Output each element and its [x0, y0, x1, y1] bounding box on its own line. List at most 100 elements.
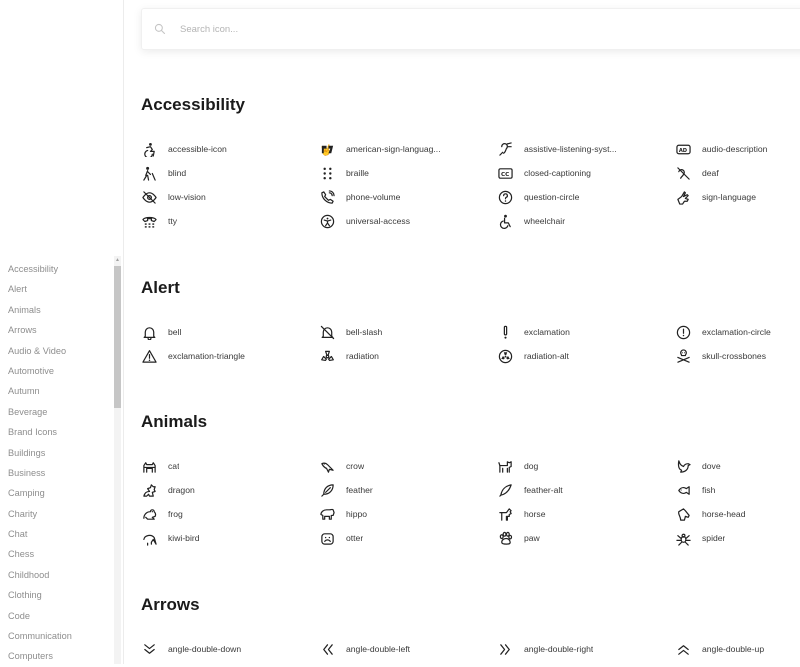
icon-label: blind — [168, 168, 187, 178]
icon-label: radiation — [346, 351, 379, 361]
scroll-up-arrow-icon[interactable]: ▲ — [114, 257, 121, 263]
sidebar-item-brand-icons[interactable]: Brand Icons — [8, 422, 112, 442]
icon-tile-frog[interactable]: frog — [141, 502, 319, 526]
sidebar-item-camping[interactable]: Camping — [8, 483, 112, 503]
hippo-icon — [319, 506, 335, 522]
blind-icon — [141, 165, 157, 181]
icon-tile-sign-language[interactable]: sign-language — [675, 185, 800, 209]
radiation-icon — [319, 348, 335, 364]
icon-tile-kiwi-bird[interactable]: kiwi-bird — [141, 526, 319, 550]
audio-description-icon: AD — [675, 141, 691, 157]
icon-label: dragon — [168, 485, 195, 495]
icon-label: audio-description — [702, 144, 768, 154]
icon-label: angle-double-left — [346, 644, 411, 654]
accessible-icon — [141, 141, 157, 157]
feather-alt-icon — [497, 482, 513, 498]
sidebar-item-charity[interactable]: Charity — [8, 504, 112, 524]
sidebar-item-childhood[interactable]: Childhood — [8, 565, 112, 585]
category-list: Accessibility Alert Animals Arrows Audio & V… — [8, 259, 112, 667]
angle-double-left-icon — [319, 641, 335, 657]
feather-icon — [319, 482, 335, 498]
icon-tile-horse[interactable]: horse — [497, 502, 675, 526]
svg-text:AD: AD — [678, 147, 686, 153]
icon-label: low-vision — [168, 192, 206, 202]
icon-label: dove — [702, 461, 721, 471]
frog-icon — [141, 506, 157, 522]
wheelchair-icon — [497, 213, 513, 229]
sidebar-item-code[interactable]: Code — [8, 606, 112, 626]
icon-tile-tty[interactable]: tty — [141, 209, 319, 233]
search-input[interactable] — [180, 23, 680, 35]
icon-tile-bell-slash[interactable]: bell-slash — [319, 320, 497, 344]
icon-tile-hippo[interactable]: hippo — [319, 502, 497, 526]
icon-tile-exclamation-triangle[interactable]: exclamation-triangle — [141, 344, 319, 368]
icon-tile-exclamation-circle[interactable]: exclamation-circle — [675, 320, 800, 344]
icon-tile-fish[interactable]: fish — [675, 478, 800, 502]
icon-tile-dragon[interactable]: dragon — [141, 478, 319, 502]
sidebar-item-accessibility[interactable]: Accessibility — [8, 259, 112, 279]
icon-tile-wheelchair[interactable]: wheelchair — [497, 209, 675, 233]
icon-tile-angle-double-right[interactable]: angle-double-right — [497, 637, 675, 661]
section-arrows: Arrows angle-double-down angle-double-lef… — [141, 594, 800, 655]
icon-tile-deaf[interactable]: deaf — [675, 161, 800, 185]
icon-tile-cat[interactable]: cat — [141, 454, 319, 478]
icon-tile-braille[interactable]: braille — [319, 161, 497, 185]
sidebar-item-audio-video[interactable]: Audio & Video — [8, 341, 112, 361]
sidebar-item-chat[interactable]: Chat — [8, 524, 112, 544]
icon-label: angle-double-right — [524, 644, 594, 654]
icon-tile-low-vision[interactable]: low-vision — [141, 185, 319, 209]
icon-tile-radiation[interactable]: radiation — [319, 344, 497, 368]
sidebar-item-business[interactable]: Business — [8, 463, 112, 483]
scrollbar-thumb[interactable] — [114, 266, 121, 408]
search-icon — [154, 22, 168, 36]
icon-tile-angle-double-left[interactable]: angle-double-left — [319, 637, 497, 661]
icon-tile-question-circle[interactable]: question-circle — [497, 185, 675, 209]
icon-tile-otter[interactable]: otter — [319, 526, 497, 550]
sidebar-item-arrows[interactable]: Arrows — [8, 320, 112, 340]
icon-label: dog — [524, 461, 539, 471]
sidebar-item-clothing[interactable]: Clothing — [8, 585, 112, 605]
icon-label: universal-access — [346, 216, 410, 226]
sidebar-item-animals[interactable]: Animals — [8, 300, 112, 320]
sidebar-item-automotive[interactable]: Automotive — [8, 361, 112, 381]
icon-tile-angle-double-down[interactable]: angle-double-down — [141, 637, 319, 661]
angle-double-down-icon — [141, 641, 157, 657]
icon-tile-spider[interactable]: spider — [675, 526, 800, 550]
sidebar-item-autumn[interactable]: Autumn — [8, 381, 112, 401]
icon-tile-audio-description[interactable]: AD audio-description — [675, 137, 800, 161]
icon-label: angle-double-up — [702, 644, 765, 654]
icon-tile-phone-volume[interactable]: phone-volume — [319, 185, 497, 209]
icon-tile-paw[interactable]: paw — [497, 526, 675, 550]
icon-tile-assistive-listening-syst[interactable]: assistive-listening-syst... — [497, 137, 675, 161]
icon-label: skull-crossbones — [702, 351, 766, 361]
sidebar-item-communication[interactable]: Communication — [8, 626, 112, 646]
icon-tile-universal-access[interactable]: universal-access — [319, 209, 497, 233]
sidebar-item-beverage[interactable]: Beverage — [8, 402, 112, 422]
icon-label: feather — [346, 485, 373, 495]
icon-tile-feather-alt[interactable]: feather-alt — [497, 478, 675, 502]
icon-tile-horse-head[interactable]: horse-head — [675, 502, 800, 526]
icon-tile-closed-captioning[interactable]: CC closed-captioning — [497, 161, 675, 185]
icon-tile-dog[interactable]: dog — [497, 454, 675, 478]
sidebar-scrollbar[interactable]: ▲ — [114, 256, 121, 664]
sidebar-item-alert[interactable]: Alert — [8, 279, 112, 299]
icon-tile-bell[interactable]: bell — [141, 320, 319, 344]
icon-tile-angle-double-up[interactable]: angle-double-up — [675, 637, 800, 661]
fish-icon — [675, 482, 691, 498]
icon-label: accessible-icon — [168, 144, 227, 154]
icon-tile-accessible-icon[interactable]: accessible-icon — [141, 137, 319, 161]
icon-tile-dove[interactable]: dove — [675, 454, 800, 478]
deaf-icon — [675, 165, 691, 181]
icon-tile-feather[interactable]: feather — [319, 478, 497, 502]
icon-tile-blind[interactable]: blind — [141, 161, 319, 185]
question-circle-icon — [497, 189, 513, 205]
assistive-listening-icon — [497, 141, 513, 157]
sidebar-item-buildings[interactable]: Buildings — [8, 443, 112, 463]
icon-tile-radiation-alt[interactable]: radiation-alt — [497, 344, 675, 368]
dog-icon — [497, 458, 513, 474]
icon-tile-exclamation[interactable]: exclamation — [497, 320, 675, 344]
sidebar-item-chess[interactable]: Chess — [8, 544, 112, 564]
icon-tile-crow[interactable]: crow — [319, 454, 497, 478]
icon-tile-american-sign-languag[interactable]: 🤟 american-sign-languag... — [319, 137, 497, 161]
icon-tile-skull-crossbones[interactable]: skull-crossbones — [675, 344, 800, 368]
